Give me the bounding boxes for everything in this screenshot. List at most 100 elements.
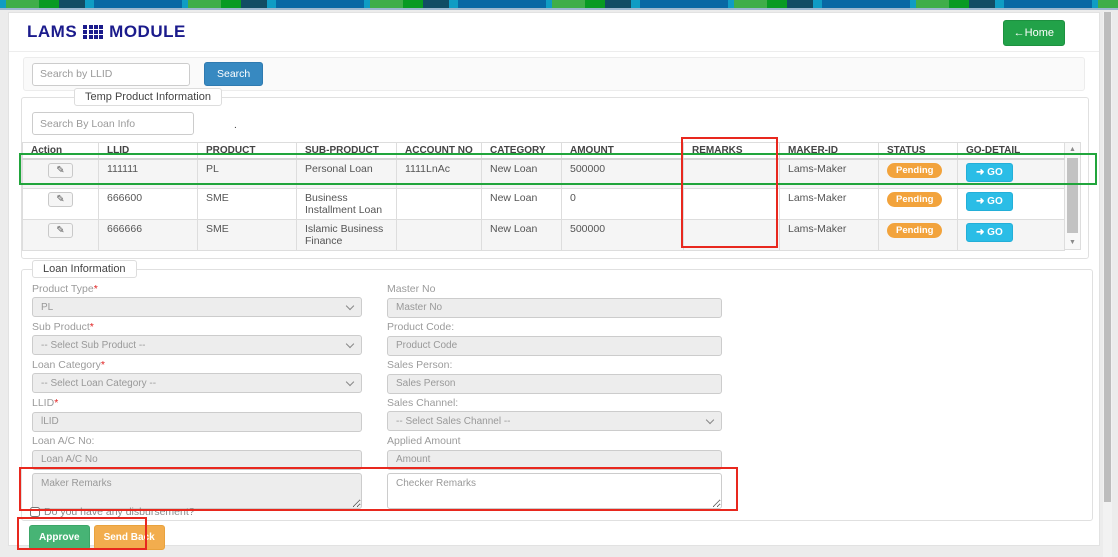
cell-llid: 666666 bbox=[99, 219, 198, 250]
applied-amount-label: Applied Amount bbox=[387, 435, 722, 447]
table-scrollbar-thumb[interactable] bbox=[1067, 158, 1078, 233]
product-type-select[interactable]: PL bbox=[32, 297, 362, 317]
send-back-button[interactable]: Send Back bbox=[94, 525, 165, 550]
cell-makerid: Lams-Maker bbox=[780, 219, 879, 250]
go-detail-button[interactable]: ➜ GO bbox=[966, 192, 1013, 211]
sales-person-label: Sales Person: bbox=[387, 359, 722, 371]
sub-product-select[interactable]: -- Select Sub Product -- bbox=[32, 335, 362, 355]
table-row[interactable]: ✎ 666600 SME Business Installment Loan N… bbox=[23, 188, 1065, 219]
triangle-up-icon[interactable]: ▲ bbox=[1065, 146, 1080, 153]
cell-category: New Loan bbox=[482, 188, 562, 219]
col-product: PRODUCT bbox=[198, 143, 297, 160]
status-badge: Pending bbox=[887, 192, 942, 207]
sub-product-label: Sub Product* bbox=[32, 321, 362, 333]
form-column-left: Product Type* PL Sub Product* -- Select … bbox=[32, 283, 362, 514]
cell-remarks bbox=[684, 219, 780, 250]
home-button[interactable]: ←Home bbox=[1003, 20, 1065, 46]
col-remarks: REMARKS bbox=[684, 143, 780, 160]
status-badge: Pending bbox=[887, 163, 942, 178]
cell-subproduct: Islamic Business Finance bbox=[297, 219, 397, 250]
col-llid: LLID bbox=[99, 143, 198, 160]
cell-product: SME bbox=[198, 188, 297, 219]
required-mark: * bbox=[54, 397, 58, 409]
logo-grid-icon bbox=[83, 25, 103, 39]
search-button[interactable]: Search bbox=[204, 62, 263, 86]
approve-button[interactable]: Approve bbox=[29, 525, 90, 550]
sales-person-field[interactable] bbox=[387, 374, 722, 394]
form-column-right: Master No Product Code: Sales Person: Sa… bbox=[387, 283, 722, 514]
status-badge: Pending bbox=[887, 223, 942, 238]
loan-ac-no-field[interactable] bbox=[32, 450, 362, 470]
col-action: Action bbox=[23, 143, 99, 160]
cell-subproduct: Business Installment Loan bbox=[297, 188, 397, 219]
required-mark: * bbox=[90, 321, 94, 333]
app-title: LAMS MODULE bbox=[27, 22, 186, 42]
required-mark: * bbox=[101, 359, 105, 371]
cell-accountno bbox=[397, 188, 482, 219]
cell-accountno bbox=[397, 219, 482, 250]
disbursement-checkbox[interactable] bbox=[30, 507, 40, 517]
triangle-down-icon[interactable]: ▼ bbox=[1065, 239, 1080, 246]
product-table-wrap: Action LLID PRODUCT SUB-PRODUCT ACCOUNT … bbox=[22, 142, 1081, 251]
product-code-field[interactable] bbox=[387, 336, 722, 356]
edit-icon: ✎ bbox=[56, 165, 64, 176]
maker-remarks-textarea[interactable] bbox=[32, 473, 362, 509]
col-godetail: GO-DETAIL bbox=[958, 143, 1065, 160]
cell-amount: 500000 bbox=[562, 219, 684, 250]
llid-search-panel: Search bbox=[23, 57, 1085, 91]
col-accountno: ACCOUNT NO bbox=[397, 143, 482, 160]
search-llid-input[interactable] bbox=[32, 63, 190, 86]
cell-accountno: 1111LnAc bbox=[397, 159, 482, 188]
main-card: LAMS MODULE ←Home Search Temp Product In… bbox=[8, 12, 1100, 546]
loan-info-filter-input[interactable] bbox=[32, 112, 194, 135]
edit-row-button[interactable]: ✎ bbox=[48, 223, 72, 238]
header-divider bbox=[9, 51, 1099, 52]
go-arrow-icon: ➜ bbox=[976, 167, 984, 178]
lams-module-page: LAMS MODULE ←Home Search Temp Product In… bbox=[0, 0, 1118, 557]
table-header-row: Action LLID PRODUCT SUB-PRODUCT ACCOUNT … bbox=[23, 143, 1065, 160]
table-scrollbar[interactable]: ▲ ▼ bbox=[1065, 142, 1081, 250]
loan-category-select[interactable]: -- Select Loan Category -- bbox=[32, 373, 362, 393]
cell-amount: 500000 bbox=[562, 159, 684, 188]
product-code-label: Product Code: bbox=[387, 321, 722, 333]
stray-dot-text: . bbox=[234, 120, 237, 131]
cell-remarks bbox=[684, 188, 780, 219]
go-detail-button[interactable]: ➜ GO bbox=[966, 163, 1013, 182]
cell-makerid: Lams-Maker bbox=[780, 188, 879, 219]
go-arrow-icon: ➜ bbox=[976, 227, 984, 238]
cell-remarks bbox=[684, 159, 780, 188]
loan-category-label: Loan Category* bbox=[32, 359, 362, 371]
llid-field[interactable] bbox=[32, 412, 362, 432]
brand-lams: LAMS bbox=[27, 22, 77, 42]
master-no-label: Master No bbox=[387, 283, 722, 295]
edit-row-button[interactable]: ✎ bbox=[48, 192, 72, 207]
cell-subproduct: Personal Loan bbox=[297, 159, 397, 188]
go-detail-button[interactable]: ➜ GO bbox=[966, 223, 1013, 242]
master-no-field[interactable] bbox=[387, 298, 722, 318]
loan-information-legend: Loan Information bbox=[32, 260, 137, 278]
checker-remarks-textarea[interactable] bbox=[387, 473, 722, 509]
table-row[interactable]: ✎ 111111 PL Personal Loan 1111LnAc New L… bbox=[23, 159, 1065, 188]
applied-amount-field[interactable] bbox=[387, 450, 722, 470]
col-subproduct: SUB-PRODUCT bbox=[297, 143, 397, 160]
sales-channel-label: Sales Channel: bbox=[387, 397, 722, 409]
col-category: CATEGORY bbox=[482, 143, 562, 160]
cell-makerid: Lams-Maker bbox=[780, 159, 879, 188]
window-scrollbar[interactable] bbox=[1103, 12, 1112, 557]
edit-row-button[interactable]: ✎ bbox=[48, 163, 72, 178]
sales-channel-select[interactable]: -- Select Sales Channel -- bbox=[387, 411, 722, 431]
disbursement-label: Do you have any disbursement? bbox=[44, 506, 195, 518]
product-table: Action LLID PRODUCT SUB-PRODUCT ACCOUNT … bbox=[22, 142, 1065, 251]
edit-icon: ✎ bbox=[56, 194, 64, 205]
col-makerid: MAKER-ID bbox=[780, 143, 879, 160]
cell-product: SME bbox=[198, 219, 297, 250]
cell-category: New Loan bbox=[482, 219, 562, 250]
window-scrollbar-thumb[interactable] bbox=[1104, 12, 1111, 502]
cell-llid: 111111 bbox=[99, 159, 198, 188]
table-row[interactable]: ✎ 666666 SME Islamic Business Finance Ne… bbox=[23, 219, 1065, 250]
cell-llid: 666600 bbox=[99, 188, 198, 219]
col-amount: AMOUNT bbox=[562, 143, 684, 160]
cell-product: PL bbox=[198, 159, 297, 188]
temp-product-legend: Temp Product Information bbox=[74, 88, 222, 106]
cell-amount: 0 bbox=[562, 188, 684, 219]
